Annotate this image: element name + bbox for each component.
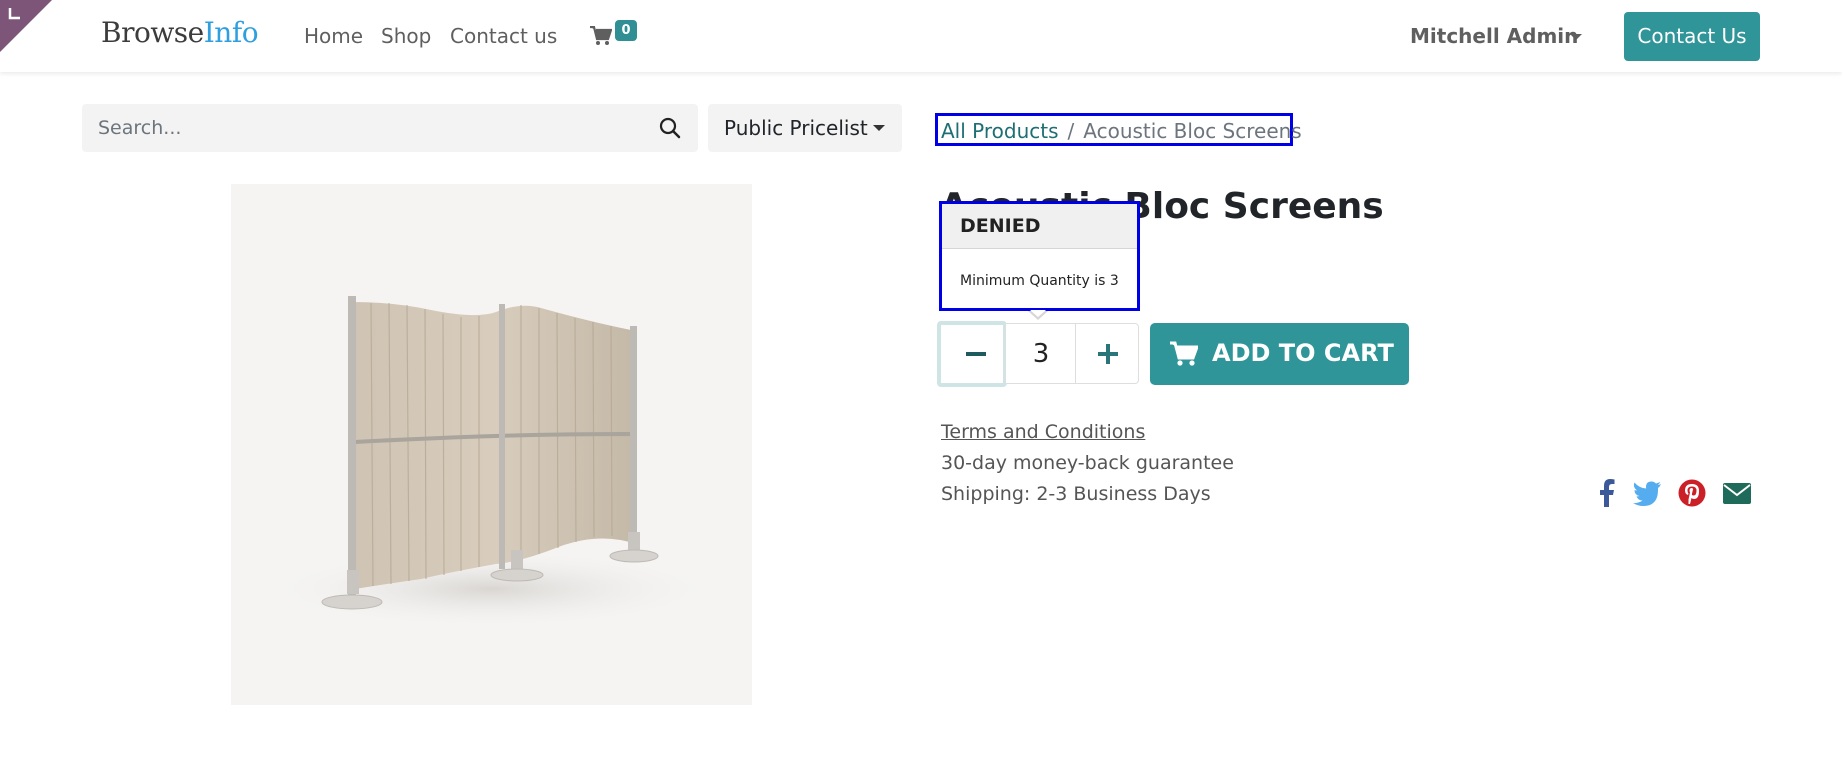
breadcrumb-current: Acoustic Bloc Screens — [1083, 119, 1302, 143]
cart-icon — [1170, 341, 1198, 366]
acoustic-screen-image — [261, 296, 721, 629]
add-to-cart-button[interactable]: ADD TO CART — [1150, 323, 1409, 385]
chevron-down-icon[interactable] — [1570, 34, 1582, 40]
chevron-down-icon[interactable] — [873, 125, 885, 131]
guarantee-text: 30-day money-back guarantee — [941, 452, 1234, 474]
site-logo[interactable]: BrowseInfo — [101, 16, 259, 49]
plus-icon-vertical — [1106, 344, 1110, 364]
quantity-increase-button[interactable] — [1075, 323, 1139, 384]
contact-us-button[interactable]: Contact Us — [1624, 12, 1760, 61]
add-to-cart-label: ADD TO CART — [1212, 339, 1394, 367]
user-menu[interactable]: Mitchell Admin — [1410, 24, 1578, 48]
edit-corner-icon[interactable] — [0, 0, 52, 52]
facebook-icon[interactable] — [1592, 478, 1622, 508]
twitter-icon[interactable] — [1632, 478, 1662, 508]
breadcrumb-separator: / — [1067, 119, 1075, 143]
cart-count-badge: 0 — [615, 20, 637, 41]
product-image[interactable] — [231, 184, 752, 705]
popover-message: Minimum Quantity is 3 — [960, 273, 1119, 289]
product-search — [82, 104, 698, 152]
quantity-decrease-button[interactable] — [937, 321, 1007, 387]
breadcrumb-all-products[interactable]: All Products — [941, 119, 1059, 143]
quantity-input[interactable] — [1005, 323, 1077, 384]
logo-text-browse: Browse — [101, 16, 204, 49]
logo-text-info: Info — [203, 16, 259, 49]
envelope-icon[interactable] — [1722, 478, 1752, 508]
search-icon[interactable] — [658, 116, 682, 140]
nav-contact-us[interactable]: Contact us — [450, 24, 557, 48]
popover-title: DENIED — [942, 204, 1137, 249]
nav-home[interactable]: Home — [304, 24, 363, 48]
nav-shop[interactable]: Shop — [381, 24, 431, 48]
search-input[interactable] — [82, 104, 642, 152]
top-navbar: BrowseInfo Home Shop Contact us 0 Mitche… — [0, 0, 1842, 72]
popover-arrow-inner — [1030, 310, 1046, 317]
terms-link[interactable]: Terms and Conditions — [941, 421, 1145, 443]
minus-icon — [966, 352, 986, 356]
cart-icon[interactable] — [590, 26, 612, 46]
denied-popover: DENIED Minimum Quantity is 3 — [939, 201, 1140, 311]
pinterest-icon[interactable] — [1677, 478, 1707, 508]
shipping-text: Shipping: 2-3 Business Days — [941, 483, 1211, 505]
breadcrumb: All Products / Acoustic Bloc Screens — [935, 113, 1302, 146]
